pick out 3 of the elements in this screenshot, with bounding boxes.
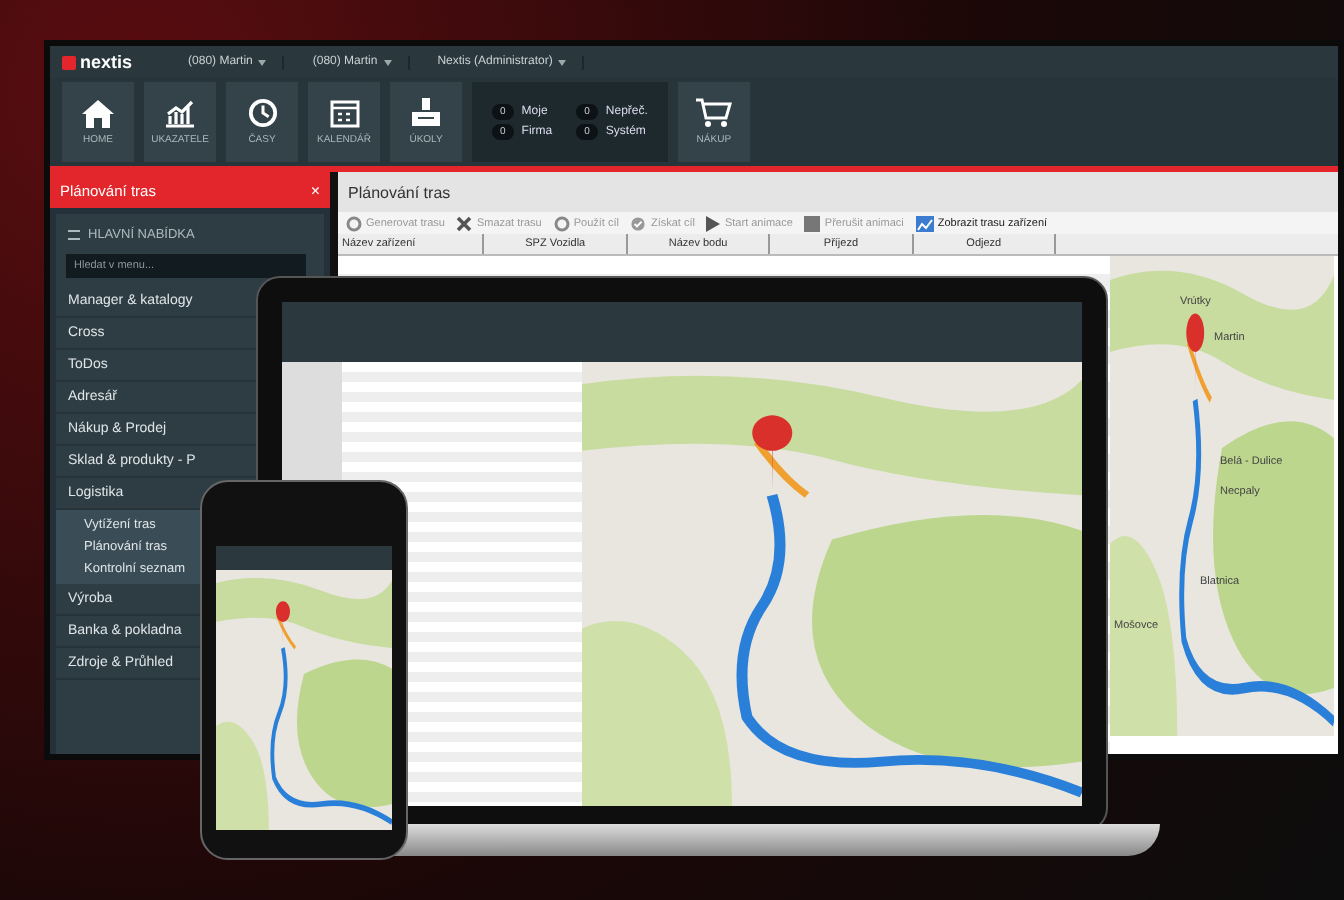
close-button[interactable]: × [310,181,320,199]
panel-title: Plánování tras [348,183,451,201]
app-logo: nextis [80,52,133,72]
